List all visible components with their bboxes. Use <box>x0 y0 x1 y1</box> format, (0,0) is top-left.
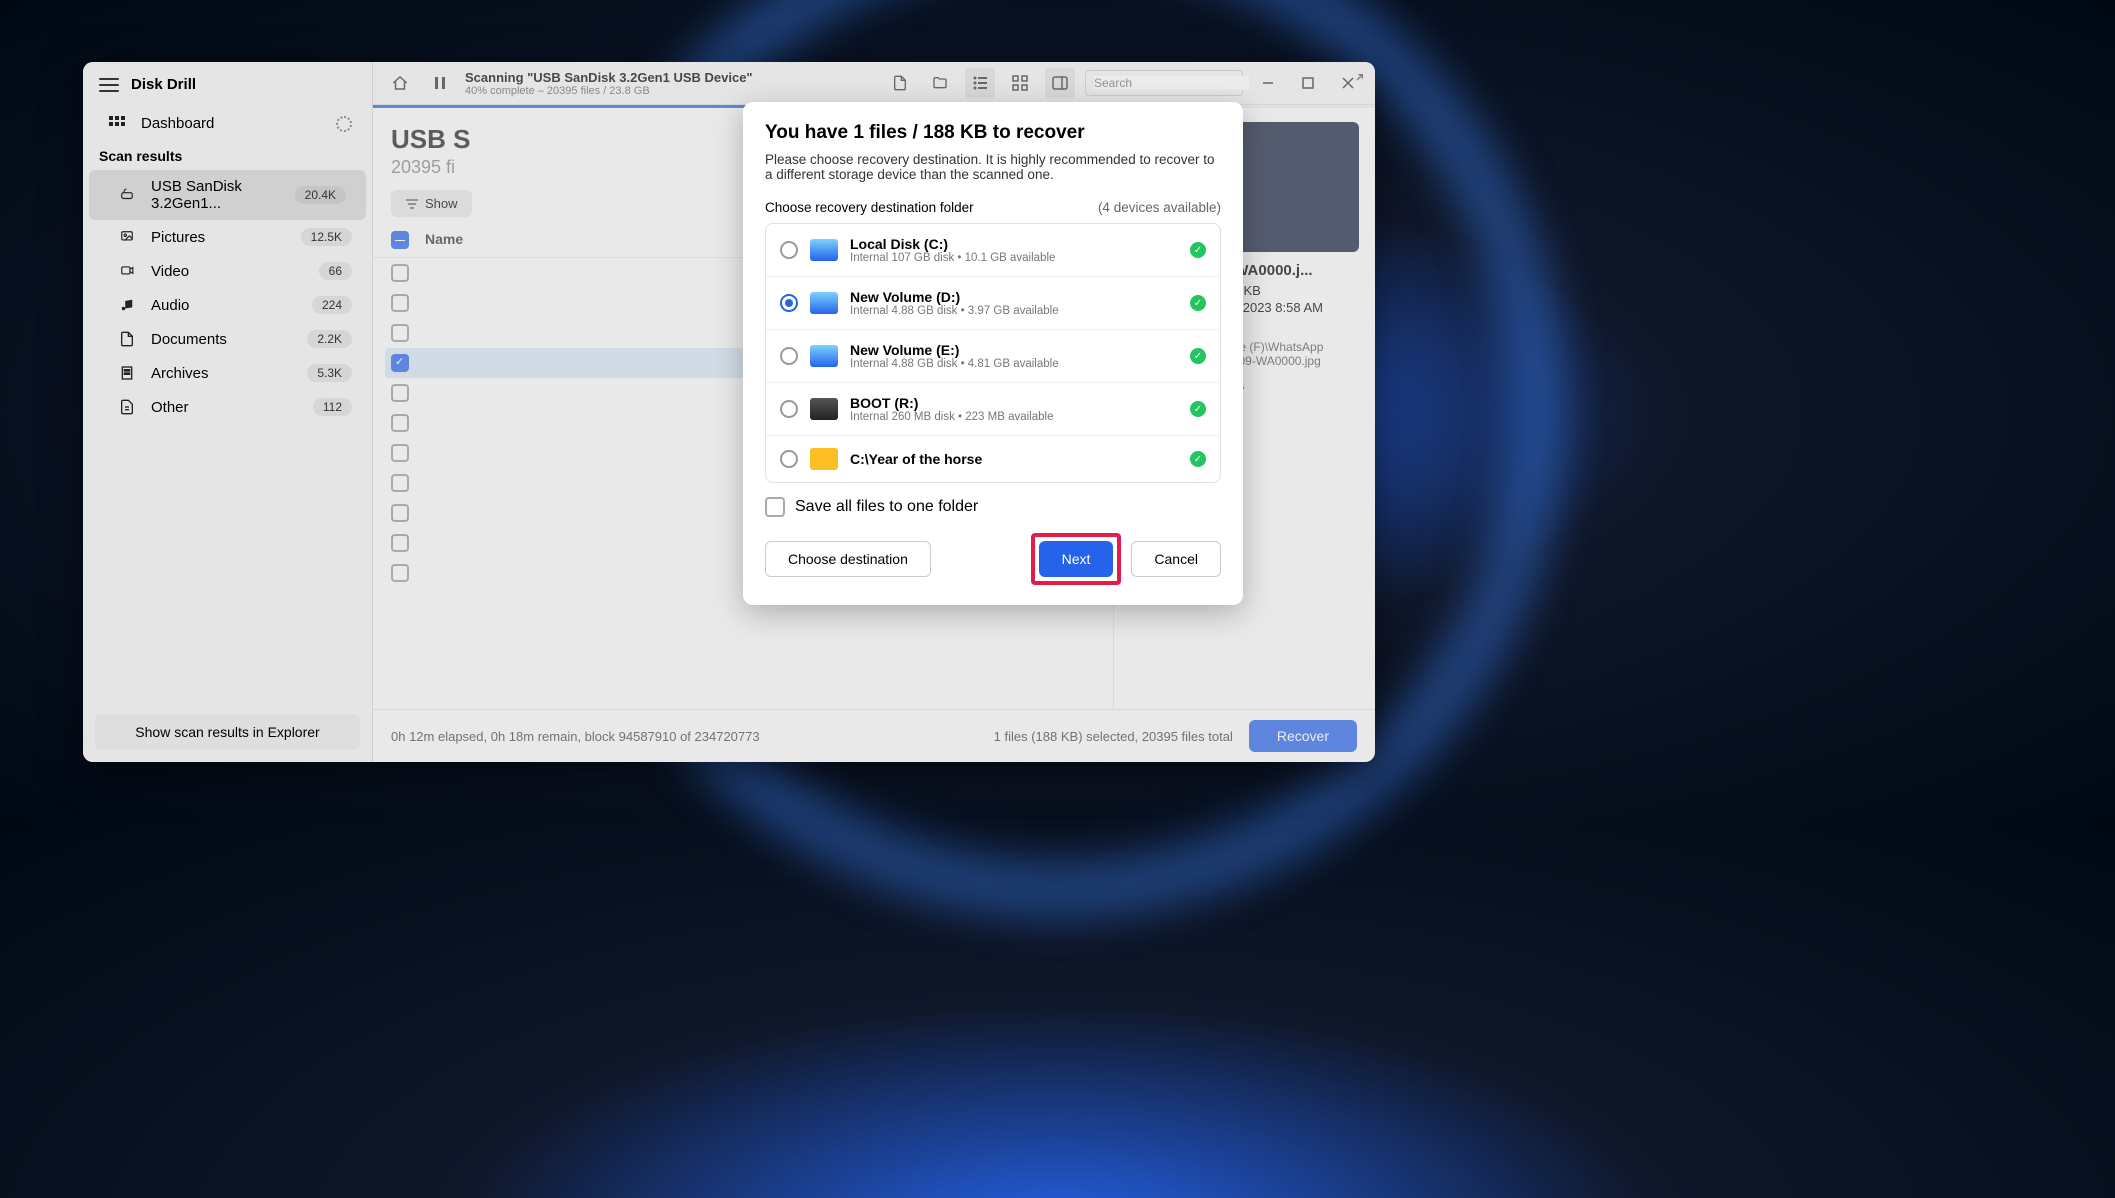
category-icon <box>117 331 137 347</box>
save-one-folder-row[interactable]: Save all files to one folder <box>765 497 1221 517</box>
destination-new-volume-d-[interactable]: New Volume (D:)Internal 4.88 GB disk • 3… <box>766 277 1220 330</box>
sidebar-section-title: Scan results <box>83 140 372 170</box>
app-window: Disk Drill Dashboard Scan results USB Sa… <box>83 62 1375 762</box>
destination-name: New Volume (E:) <box>850 342 1178 358</box>
hamburger-icon[interactable] <box>99 78 119 92</box>
count-badge: 112 <box>313 398 352 416</box>
radio[interactable] <box>780 450 798 468</box>
drive-icon <box>810 345 838 367</box>
app-title: Disk Drill <box>131 76 196 93</box>
category-icon <box>117 229 137 245</box>
category-icon <box>117 399 137 415</box>
destination-list[interactable]: Local Disk (C:)Internal 107 GB disk • 10… <box>765 223 1221 483</box>
sidebar: Disk Drill Dashboard Scan results USB Sa… <box>83 62 373 762</box>
check-ok-icon: ✓ <box>1190 242 1206 258</box>
category-icon <box>117 187 137 203</box>
sidebar-item-label: Dashboard <box>141 115 322 132</box>
sidebar-item-label: Audio <box>151 297 298 314</box>
radio[interactable] <box>780 241 798 259</box>
count-badge: 5.3K <box>307 364 352 382</box>
count-badge: 224 <box>312 296 352 314</box>
destination-sub: Internal 4.88 GB disk • 4.81 GB availabl… <box>850 358 1178 370</box>
next-button[interactable]: Next <box>1039 541 1114 577</box>
sidebar-item-label: Documents <box>151 331 293 348</box>
destination-sub: Internal 107 GB disk • 10.1 GB available <box>850 252 1178 264</box>
destination-local-disk-c-[interactable]: Local Disk (C:)Internal 107 GB disk • 10… <box>766 224 1220 277</box>
cancel-button[interactable]: Cancel <box>1131 541 1221 577</box>
sidebar-item-archives[interactable]: Archives 5.3K <box>83 356 372 390</box>
count-badge: 20.4K <box>295 186 346 204</box>
destination-boot-r-[interactable]: BOOT (R:)Internal 260 MB disk • 223 MB a… <box>766 383 1220 436</box>
destination-name: Local Disk (C:) <box>850 236 1178 252</box>
category-icon <box>117 263 137 279</box>
save-one-folder-checkbox[interactable] <box>765 497 785 517</box>
sidebar-item-label: Archives <box>151 365 293 382</box>
modal-title: You have 1 files / 188 KB to recover <box>765 122 1221 144</box>
drive-icon <box>810 239 838 261</box>
highlight-annotation: Next <box>1031 533 1122 585</box>
destination-name: BOOT (R:) <box>850 395 1178 411</box>
radio[interactable] <box>780 400 798 418</box>
count-badge: 2.2K <box>307 330 352 348</box>
sidebar-item-other[interactable]: Other 112 <box>83 390 372 424</box>
check-ok-icon: ✓ <box>1190 295 1206 311</box>
grid-icon <box>107 116 127 132</box>
sidebar-item-label: Other <box>151 399 299 416</box>
sidebar-item-usb-sandisk-3-2gen1-[interactable]: USB SanDisk 3.2Gen1... 20.4K <box>89 170 366 220</box>
radio[interactable] <box>780 347 798 365</box>
destination-sub: Internal 260 MB disk • 223 MB available <box>850 411 1178 423</box>
modal-description: Please choose recovery destination. It i… <box>765 152 1221 182</box>
destination-name: C:\Year of the horse <box>850 451 1178 467</box>
drive-icon <box>810 292 838 314</box>
show-results-explorer-button[interactable]: Show scan results in Explorer <box>95 714 360 750</box>
drive-icon <box>810 398 838 420</box>
spinner-icon <box>336 116 352 132</box>
choose-dest-label: Choose recovery destination folder <box>765 200 974 215</box>
devices-count: (4 devices available) <box>1098 200 1221 215</box>
sidebar-item-audio[interactable]: Audio 224 <box>83 288 372 322</box>
sidebar-item-documents[interactable]: Documents 2.2K <box>83 322 372 356</box>
sidebar-item-video[interactable]: Video 66 <box>83 254 372 288</box>
sidebar-header: Disk Drill <box>83 62 372 107</box>
category-icon <box>117 297 137 313</box>
sidebar-item-dashboard[interactable]: Dashboard <box>83 107 372 140</box>
category-icon <box>117 365 137 381</box>
destination-c-year-of-the-horse[interactable]: C:\Year of the horse ✓ <box>766 436 1220 482</box>
sidebar-item-label: Pictures <box>151 229 287 246</box>
radio[interactable] <box>780 294 798 312</box>
sidebar-item-label: Video <box>151 263 305 280</box>
drive-icon <box>810 448 838 470</box>
check-ok-icon: ✓ <box>1190 348 1206 364</box>
check-ok-icon: ✓ <box>1190 451 1206 467</box>
main-pane: Scanning "USB SanDisk 3.2Gen1 USB Device… <box>373 62 1375 762</box>
choose-destination-button[interactable]: Choose destination <box>765 541 931 577</box>
count-badge: 66 <box>319 262 352 280</box>
destination-sub: Internal 4.88 GB disk • 3.97 GB availabl… <box>850 305 1178 317</box>
sidebar-item-label: USB SanDisk 3.2Gen1... <box>151 178 281 212</box>
count-badge: 12.5K <box>301 228 352 246</box>
destination-new-volume-e-[interactable]: New Volume (E:)Internal 4.88 GB disk • 4… <box>766 330 1220 383</box>
sidebar-item-pictures[interactable]: Pictures 12.5K <box>83 220 372 254</box>
recovery-destination-modal: You have 1 files / 188 KB to recover Ple… <box>743 102 1243 605</box>
destination-name: New Volume (D:) <box>850 289 1178 305</box>
check-ok-icon: ✓ <box>1190 401 1206 417</box>
